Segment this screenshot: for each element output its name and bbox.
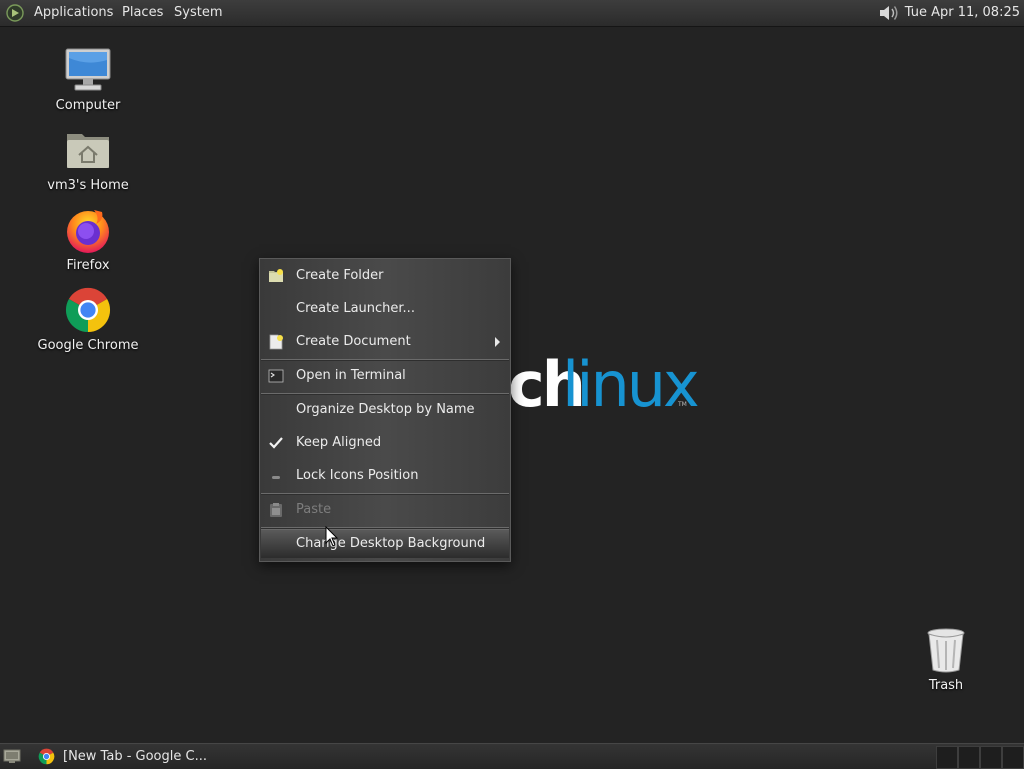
checkmark-icon [269, 437, 283, 449]
menu-item-label: Lock Icons Position [296, 468, 419, 483]
volume-icon[interactable] [878, 3, 900, 23]
menu-item-organize-desktop[interactable]: Organize Desktop by Name [261, 396, 509, 424]
menu-separator [261, 393, 509, 395]
show-desktop-icon[interactable] [3, 748, 21, 764]
menu-item-label: Open in Terminal [296, 368, 406, 383]
desktop-icon-trash[interactable]: Trash [891, 626, 1001, 693]
mouse-cursor-icon [325, 526, 339, 547]
desktop-context-menu: Create Folder Create Launcher... Create … [259, 258, 511, 562]
folder-new-icon [269, 269, 283, 282]
desktop-icon-label: Google Chrome [37, 338, 139, 353]
menu-item-label: Create Launcher... [296, 301, 415, 316]
home-folder-icon [64, 126, 112, 174]
taskbar-button-chrome[interactable]: [New Tab - Google C... [32, 744, 207, 769]
menu-item-label: Keep Aligned [296, 435, 382, 450]
menu-item-paste[interactable]: Paste [261, 496, 509, 524]
paste-icon [270, 503, 282, 517]
menu-separator [261, 493, 509, 495]
workspace-3[interactable] [980, 746, 1002, 769]
submenu-arrow-icon [495, 337, 500, 347]
menu-item-label: Paste [296, 502, 332, 517]
applications-menu[interactable]: Applications [34, 0, 113, 26]
menu-item-create-launcher[interactable]: Create Launcher... [261, 295, 509, 323]
menu-item-lock-icons[interactable]: Lock Icons Position [261, 462, 509, 490]
menu-item-label: Organize Desktop by Name [296, 402, 475, 417]
menu-item-label: Create Document [296, 334, 411, 349]
desktop-icon-firefox[interactable]: Firefox [33, 206, 143, 273]
document-new-icon [269, 334, 283, 350]
firefox-icon [64, 206, 112, 254]
workspace-1[interactable] [936, 746, 958, 769]
menu-item-keep-aligned[interactable]: Keep Aligned [261, 429, 509, 457]
terminal-icon [268, 369, 284, 383]
desktop-icon-label: Trash [928, 678, 964, 693]
computer-icon [64, 46, 112, 94]
menu-item-create-folder[interactable]: Create Folder [261, 262, 509, 290]
toggle-off-icon [272, 476, 280, 479]
menu-item-change-background[interactable]: Change Desktop Background [261, 529, 509, 558]
system-menu[interactable]: System [174, 0, 222, 26]
clock[interactable]: Tue Apr 11, 08:25 [905, 0, 1020, 26]
bottom-panel: [New Tab - Google C... [0, 743, 1024, 769]
desktop-icon-label: Firefox [66, 258, 110, 273]
workspace-4[interactable] [1002, 746, 1024, 769]
menu-item-label: Create Folder [296, 268, 384, 283]
desktop-icon-home[interactable]: vm3's Home [33, 126, 143, 193]
wallpaper-logo: ch linux TM [508, 348, 698, 416]
mate-logo-icon[interactable] [6, 4, 24, 22]
menu-item-open-terminal[interactable]: Open in Terminal [261, 362, 509, 390]
desktop-icon-label: vm3's Home [47, 178, 129, 193]
trash-icon [922, 626, 970, 674]
chrome-icon [38, 748, 55, 765]
desktop-icon-computer[interactable]: Computer [33, 46, 143, 113]
menu-item-create-document[interactable]: Create Document [261, 328, 509, 356]
top-panel: Applications Places System Tue Apr 11, 0… [0, 0, 1024, 27]
desktop-icon-label: Computer [55, 98, 121, 113]
desktop-icon-chrome[interactable]: Google Chrome [33, 286, 143, 353]
chrome-icon [64, 286, 112, 334]
menu-separator [261, 359, 509, 361]
workspace-2[interactable] [958, 746, 980, 769]
places-menu[interactable]: Places [122, 0, 163, 26]
taskbar-button-label: [New Tab - Google C... [63, 749, 207, 764]
wallpaper-trademark: TM [677, 401, 687, 408]
